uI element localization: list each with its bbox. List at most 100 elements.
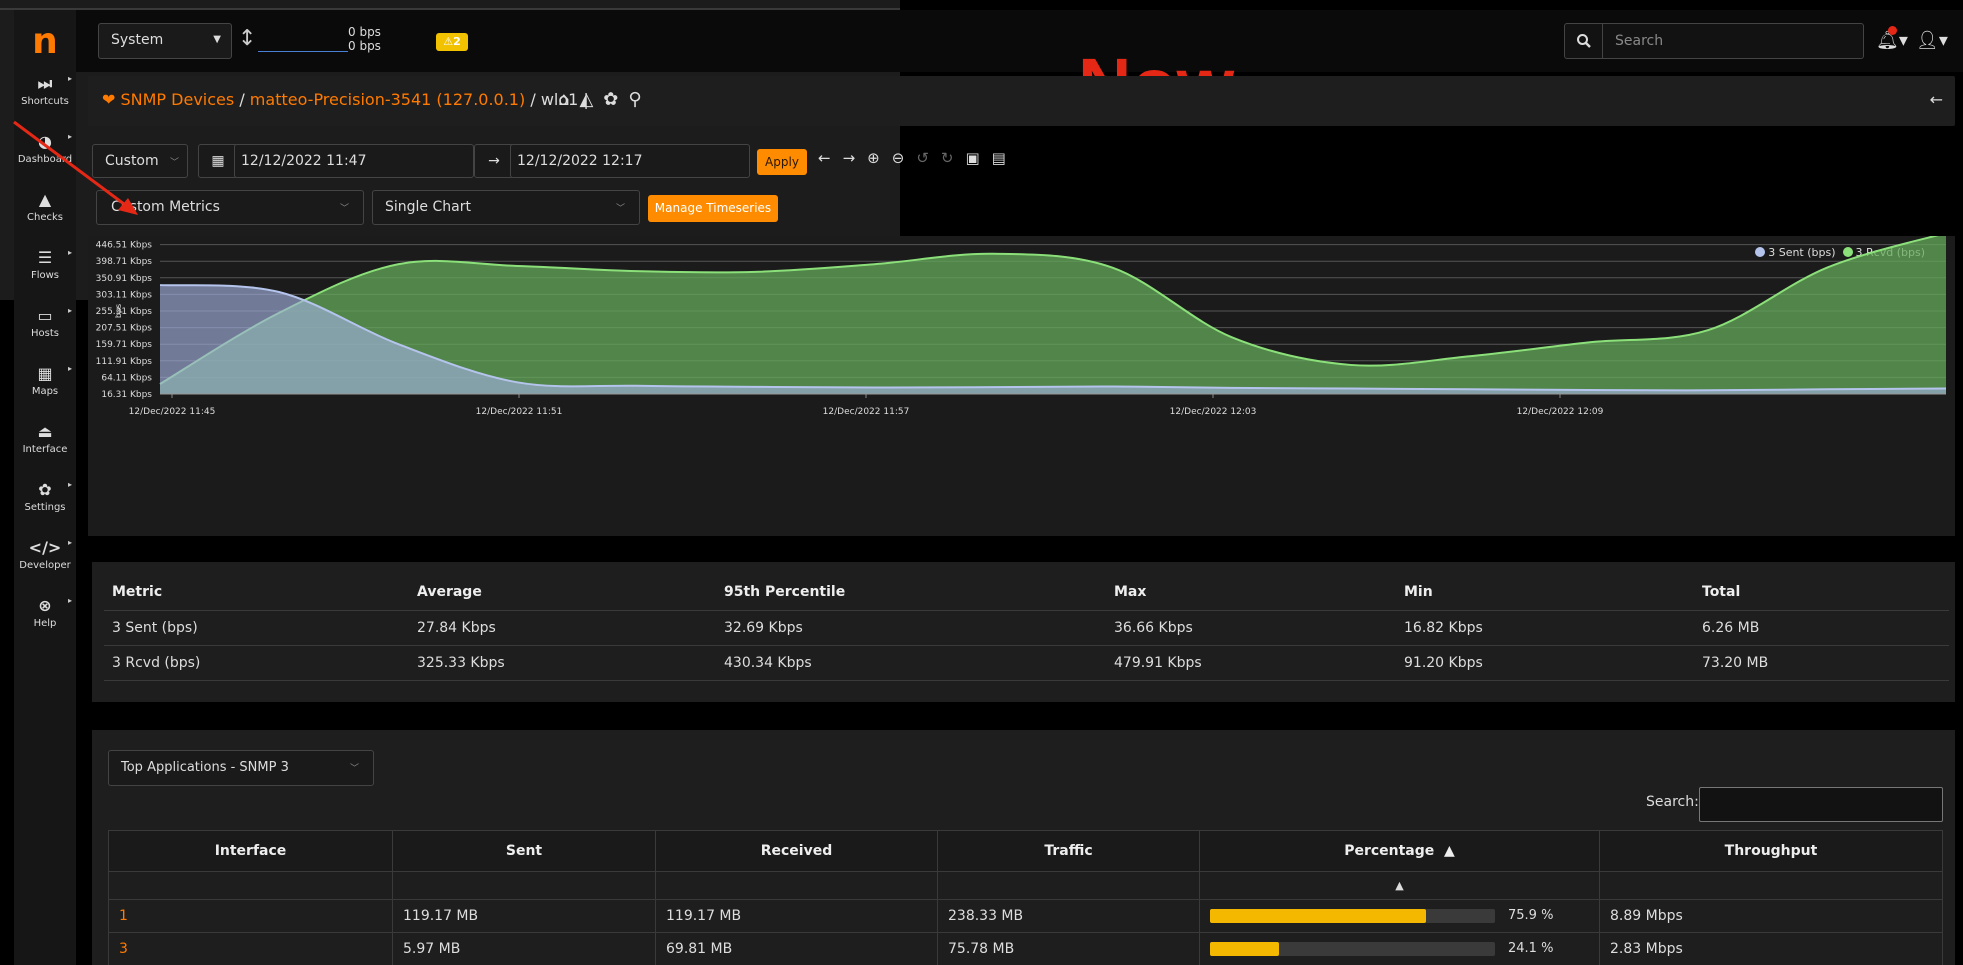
column-header-sent[interactable]: Sent [392,830,656,872]
table-search-input[interactable] [1699,787,1943,822]
caret-down-icon: ▼ [213,34,221,45]
stats-header: Metric [104,570,409,611]
time-range-select[interactable]: Custom ﹀ [92,144,188,178]
top-bar: System ▼ ↕ 0 bps 0 bps ⚠2 🔔︎▾ 👤︎▾ [76,10,1963,72]
top-applications-table: Interface Sent Received Traffic Percenta… [108,830,1943,965]
manage-timeseries-button[interactable]: Manage Timeseries [648,195,778,222]
search-button[interactable] [1565,24,1603,58]
column-header-label: Percentage [1344,843,1435,859]
interface-select[interactable]: System ▼ [98,23,232,59]
camera-icon[interactable]: ▣ [965,149,991,167]
breadcrumb-separator: / [530,90,541,109]
y-tick-label: 446.51 Kbps [96,241,153,251]
y-tick-label: 398.71 Kbps [96,257,153,267]
column-header-interface[interactable]: Interface [108,830,393,872]
gear-icon[interactable]: ✿ [603,89,628,110]
column-header-throughput[interactable]: Throughput [1599,830,1943,872]
time-range-value: Custom [105,153,159,169]
column-header-percentage[interactable]: Percentage ▲ [1199,830,1600,872]
sidebar-item-label: Help [33,618,57,629]
arrow-left-icon[interactable]: ← [818,149,843,167]
bars-icon: ☰ [37,248,53,267]
sidebar-item-help[interactable]: ⊗ Help ▸ [14,590,76,642]
zoom-in-icon[interactable]: ⊕ [867,149,892,167]
undo-icon[interactable]: ↺ [916,149,941,167]
apply-button[interactable]: Apply [757,149,807,175]
table-cell: 32.69 Kbps [716,610,1106,646]
chart-canvas[interactable]: 494.31 Kbps446.51 Kbps398.71 Kbps350.91 … [88,236,1955,536]
ntopng-logo[interactable]: n [14,16,76,66]
alerts-badge[interactable]: ⚠2 [436,33,468,51]
gauge-icon: ◕ [38,132,52,151]
y-tick-label: 159.71 Kbps [96,340,153,350]
percentage-track [1210,942,1495,956]
back-arrow-icon[interactable]: ← [1930,90,1943,109]
table-cell: 325.33 Kbps [409,645,716,681]
sidebar-item-interface[interactable]: ⏏ Interface [14,416,76,468]
sidebar-item-developer[interactable]: </> Developer ▸ [14,532,76,584]
user-icon[interactable]: 👤︎▾ [1916,30,1948,51]
page-icons: ⌂◭✿⚲ [558,89,652,110]
table-cell: 5.97 MB [392,932,656,965]
sidebar-item-shortcuts[interactable]: ⏭ Shortcuts ▸ [14,68,76,120]
sidebar-item-label: Maps [31,386,59,397]
arrow-right-icon[interactable]: → [843,149,868,167]
search-icon[interactable]: ⚲ [628,89,651,110]
table-row: 3 Sent (bps) 27.84 Kbps 32.69 Kbps 36.66… [104,610,1949,646]
column-header-traffic[interactable]: Traffic [937,830,1200,872]
date-from-input[interactable]: 12/12/2022 11:47 [234,144,474,178]
sidebar-item-maps[interactable]: ▦ Maps ▸ [14,358,76,410]
refresh-icon[interactable]: ↻ [941,149,966,167]
date-to-input[interactable]: 12/12/2022 12:17 [510,144,750,178]
search-input[interactable] [1605,24,1860,58]
table-cell: 75.78 MB [937,932,1200,965]
table-row[interactable]: 1 119.17 MB 119.17 MB 238.33 MB 75.9 % 8… [108,899,1943,933]
sidebar-item-settings[interactable]: ✿ Settings ▸ [14,474,76,526]
alerts-count: 2 [453,35,461,48]
stats-table: Metric Average 95th Percentile Max Min T… [104,570,1949,681]
sidebar-item-dashboard[interactable]: ◕ Dashboard ▸ [14,126,76,178]
y-tick-label: 64.11 Kbps [101,373,152,383]
home-icon[interactable]: ⌂ [558,89,579,110]
filter-cell: ▲ [1199,871,1600,900]
filter-cell [108,871,393,900]
column-header-received[interactable]: Received [655,830,938,872]
table-cell: 27.84 Kbps [409,610,716,646]
sidebar-item-checks[interactable]: ▲ Checks [14,184,76,236]
apps-header-row: Interface Sent Received Traffic Percenta… [108,830,1943,872]
sidebar-item-hosts[interactable]: ▭ Hosts ▸ [14,300,76,352]
stats-header: Max [1106,570,1396,611]
table-row[interactable]: 3 5.97 MB 69.81 MB 75.78 MB 24.1 % 2.83 … [108,932,1943,965]
sidebar-item-label: Interface [22,444,68,455]
y-tick-label: 255.31 Kbps [96,307,153,317]
lifebuoy-icon: ⊗ [38,596,52,615]
zoom-out-icon[interactable]: ⊖ [892,149,917,167]
breadcrumb-device[interactable]: matteo-Precision-3541 (127.0.0.1) [250,90,525,109]
table-cell: 8.89 Mbps [1599,899,1943,933]
percentage-cell: 24.1 % [1199,932,1600,965]
percentage-fill [1210,942,1279,956]
area-chart-icon[interactable]: ◭ [579,89,603,110]
up-down-arrows-icon: ↕ [238,26,257,51]
percentage-cell: 75.9 % [1199,899,1600,933]
sidebar-item-flows[interactable]: ☰ Flows ▸ [14,242,76,294]
metrics-select[interactable]: Custom Metrics ﹀ [96,190,364,225]
interface-link[interactable]: 1 [108,899,393,933]
interface-link[interactable]: 3 [108,932,393,965]
table-cell: 119.17 MB [392,899,656,933]
metrics-select-value: Custom Metrics [111,199,220,215]
table-cell: 73.20 MB [1694,645,1949,681]
chart-mode-select[interactable]: Single Chart ﹀ [372,190,640,225]
pdf-icon[interactable]: ▤ [992,149,1018,167]
stats-header: Total [1694,570,1949,611]
breadcrumb-snmp-devices[interactable]: SNMP Devices [121,90,235,109]
filter-cell [655,871,938,900]
breadcrumb-separator: / [239,90,250,109]
top-applications-select[interactable]: Top Applications - SNMP 3 ﹀ [108,750,374,786]
x-tick-label: 12/Dec/2022 12:03 [1170,407,1257,417]
calendar-icon[interactable]: ▦ [198,144,238,178]
bps-download: 0 bps [348,39,381,53]
y-tick-label: 303.11 Kbps [96,290,153,300]
traffic-sparkline [258,51,348,52]
table-cell: 2.83 Mbps [1599,932,1943,965]
